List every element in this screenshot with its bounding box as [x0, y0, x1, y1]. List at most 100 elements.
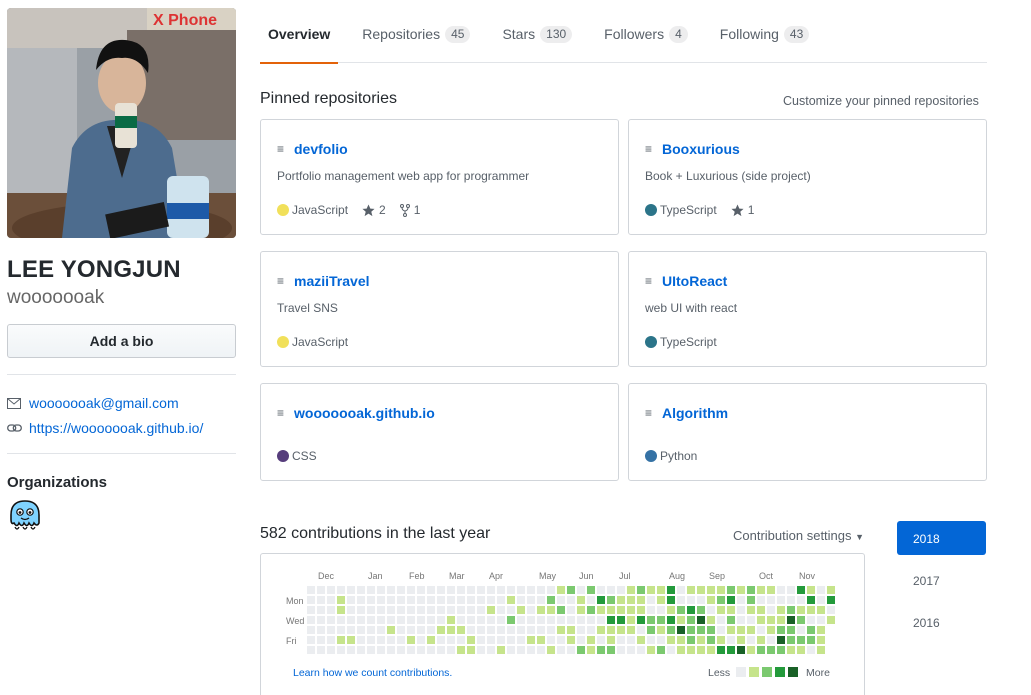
contribution-day-cell[interactable]	[377, 606, 385, 614]
contribution-day-cell[interactable]	[557, 636, 565, 644]
contribution-day-cell[interactable]	[537, 616, 545, 624]
contribution-day-cell[interactable]	[667, 626, 675, 634]
contribution-day-cell[interactable]	[587, 596, 595, 604]
contribution-day-cell[interactable]	[797, 636, 805, 644]
contribution-day-cell[interactable]	[397, 586, 405, 594]
contribution-day-cell[interactable]	[617, 636, 625, 644]
contribution-day-cell[interactable]	[617, 646, 625, 654]
contribution-day-cell[interactable]	[717, 606, 725, 614]
repo-name-link[interactable]: maziiTravel	[294, 273, 370, 289]
contribution-day-cell[interactable]	[807, 626, 815, 634]
contribution-day-cell[interactable]	[337, 606, 345, 614]
contribution-day-cell[interactable]	[427, 596, 435, 604]
contribution-day-cell[interactable]	[617, 616, 625, 624]
contribution-day-cell[interactable]	[707, 616, 715, 624]
contribution-day-cell[interactable]	[437, 596, 445, 604]
contribution-day-cell[interactable]	[477, 606, 485, 614]
contribution-day-cell[interactable]	[567, 586, 575, 594]
contribution-day-cell[interactable]	[827, 616, 835, 624]
repo-name-link[interactable]: Algorithm	[662, 405, 728, 421]
contribution-day-cell[interactable]	[627, 626, 635, 634]
contribution-day-cell[interactable]	[647, 646, 655, 654]
contribution-day-cell[interactable]	[747, 606, 755, 614]
repo-name-link[interactable]: UItoReact	[662, 273, 727, 289]
contribution-day-cell[interactable]	[817, 616, 825, 624]
contribution-day-cell[interactable]	[687, 606, 695, 614]
contribution-day-cell[interactable]	[727, 626, 735, 634]
contribution-day-cell[interactable]	[657, 596, 665, 604]
contribution-day-cell[interactable]	[397, 596, 405, 604]
contribution-day-cell[interactable]	[557, 646, 565, 654]
contribution-day-cell[interactable]	[577, 596, 585, 604]
contribution-day-cell[interactable]	[327, 636, 335, 644]
contribution-day-cell[interactable]	[807, 586, 815, 594]
contribution-day-cell[interactable]	[687, 626, 695, 634]
contribution-day-cell[interactable]	[477, 596, 485, 604]
contribution-day-cell[interactable]	[447, 596, 455, 604]
contribution-day-cell[interactable]	[477, 646, 485, 654]
contribution-day-cell[interactable]	[637, 626, 645, 634]
contribution-day-cell[interactable]	[347, 586, 355, 594]
repo-forks[interactable]: 1	[399, 203, 420, 217]
contribution-day-cell[interactable]	[627, 586, 635, 594]
contribution-day-cell[interactable]	[537, 606, 545, 614]
contribution-day-cell[interactable]	[347, 606, 355, 614]
contribution-day-cell[interactable]	[737, 616, 745, 624]
contribution-day-cell[interactable]	[687, 586, 695, 594]
contribution-day-cell[interactable]	[677, 646, 685, 654]
contribution-day-cell[interactable]	[577, 586, 585, 594]
contribution-day-cell[interactable]	[457, 616, 465, 624]
contribution-day-cell[interactable]	[567, 636, 575, 644]
contribution-day-cell[interactable]	[657, 586, 665, 594]
contribution-day-cell[interactable]	[697, 626, 705, 634]
contribution-day-cell[interactable]	[547, 586, 555, 594]
contribution-day-cell[interactable]	[557, 586, 565, 594]
contribution-day-cell[interactable]	[497, 596, 505, 604]
contribution-day-cell[interactable]	[757, 626, 765, 634]
contribution-day-cell[interactable]	[517, 596, 525, 604]
contribution-day-cell[interactable]	[487, 636, 495, 644]
contribution-day-cell[interactable]	[367, 606, 375, 614]
contribution-day-cell[interactable]	[757, 586, 765, 594]
contribution-day-cell[interactable]	[427, 636, 435, 644]
contribution-day-cell[interactable]	[507, 596, 515, 604]
contribution-day-cell[interactable]	[357, 626, 365, 634]
contribution-day-cell[interactable]	[627, 636, 635, 644]
contribution-day-cell[interactable]	[577, 606, 585, 614]
contribution-day-cell[interactable]	[667, 586, 675, 594]
contribution-day-cell[interactable]	[457, 636, 465, 644]
contribution-day-cell[interactable]	[337, 626, 345, 634]
contribution-day-cell[interactable]	[407, 596, 415, 604]
contribution-day-cell[interactable]	[407, 616, 415, 624]
contribution-day-cell[interactable]	[627, 646, 635, 654]
contribution-day-cell[interactable]	[807, 636, 815, 644]
contribution-day-cell[interactable]	[447, 616, 455, 624]
contribution-day-cell[interactable]	[607, 626, 615, 634]
contribution-day-cell[interactable]	[787, 626, 795, 634]
contribution-day-cell[interactable]	[437, 586, 445, 594]
contribution-day-cell[interactable]	[527, 606, 535, 614]
year-2016-button[interactable]: 2016	[897, 605, 986, 639]
contribution-day-cell[interactable]	[567, 626, 575, 634]
contribution-day-cell[interactable]	[637, 636, 645, 644]
contribution-day-cell[interactable]	[327, 596, 335, 604]
contribution-day-cell[interactable]	[527, 636, 535, 644]
contribution-day-cell[interactable]	[787, 616, 795, 624]
contribution-day-cell[interactable]	[507, 616, 515, 624]
contribution-day-cell[interactable]	[587, 626, 595, 634]
contribution-day-cell[interactable]	[377, 646, 385, 654]
contribution-day-cell[interactable]	[357, 596, 365, 604]
contribution-day-cell[interactable]	[487, 596, 495, 604]
contribution-day-cell[interactable]	[637, 606, 645, 614]
contribution-day-cell[interactable]	[537, 596, 545, 604]
contribution-day-cell[interactable]	[317, 636, 325, 644]
contribution-day-cell[interactable]	[367, 616, 375, 624]
contribution-day-cell[interactable]	[737, 606, 745, 614]
contribution-day-cell[interactable]	[687, 596, 695, 604]
organization-avatar[interactable]	[7, 497, 43, 533]
contribution-day-cell[interactable]	[777, 606, 785, 614]
contribution-day-cell[interactable]	[347, 636, 355, 644]
contribution-day-cell[interactable]	[807, 606, 815, 614]
contribution-day-cell[interactable]	[457, 596, 465, 604]
contribution-day-cell[interactable]	[767, 586, 775, 594]
